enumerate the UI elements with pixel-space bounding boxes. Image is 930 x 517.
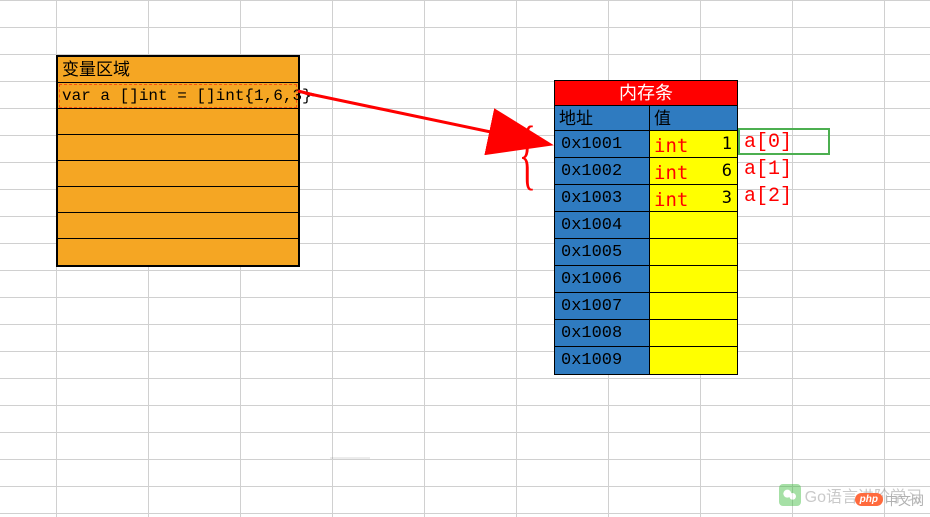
memory-address: 0x1002 [555,158,650,185]
memory-row: 0x1002 int 6 [555,158,737,185]
memory-value [650,212,737,239]
variable-region-empty [58,135,298,161]
memory-type-tag: int [654,162,688,184]
memory-address: 0x1008 [555,320,650,347]
wechat-icon [779,484,801,506]
memory-value [650,239,737,266]
memory-value [650,320,737,347]
memory-address: 0x1005 [555,239,650,266]
memory-row: 0x1001 int 1 [555,131,737,158]
memory-value [650,266,737,293]
variable-region-empty [58,161,298,187]
php-badge-icon: php [855,493,883,506]
memory-address: 0x1006 [555,266,650,293]
array-index-label: a[1] [744,158,792,181]
memory-row: 0x1006 [555,266,737,293]
memory-table: 内存条 地址 值 0x1001 int 1 0x1002 int 6 0x100… [554,80,738,375]
memory-table-title: 内存条 [555,81,737,106]
memory-value-number: 6 [722,161,732,181]
memory-value-number: 1 [722,134,732,154]
memory-address: 0x1001 [555,131,650,158]
array-index-label: a[0] [744,131,792,154]
memory-value: int 1 [650,131,737,158]
memory-value-number: 3 [722,188,732,208]
memory-value: int 3 [650,185,737,212]
memory-value [650,293,737,320]
array-index-label: a[2] [744,185,792,208]
memory-row: 0x1007 [555,293,737,320]
variable-region-empty [58,109,298,135]
memory-type-tag: int [654,189,688,211]
memory-row: 0x1005 [555,239,737,266]
memory-col-value: 值 [650,106,737,131]
variable-region-title: 变量区域 [58,57,298,83]
memory-col-address: 地址 [555,106,650,131]
memory-address: 0x1007 [555,293,650,320]
watermark-site-text: 中文网 [885,490,924,509]
variable-region-empty [58,187,298,213]
brace-icon: { [519,110,536,200]
memory-row: 0x1004 [555,212,737,239]
variable-region-empty [58,213,298,239]
memory-value: int 6 [650,158,737,185]
memory-value [650,347,737,374]
variable-region-empty [58,239,298,265]
memory-table-header: 地址 值 [555,106,737,131]
variable-region-code: var a []int = []int{1,6,3} [58,83,298,109]
memory-address: 0x1009 [555,347,650,374]
memory-row: 0x1003 int 3 [555,185,737,212]
memory-row: 0x1009 [555,347,737,374]
variable-region-block: 变量区域 var a []int = []int{1,6,3} [56,55,300,267]
watermark-site: php 中文网 [855,490,924,509]
memory-type-tag: int [654,135,688,157]
memory-address: 0x1004 [555,212,650,239]
memory-address: 0x1003 [555,185,650,212]
memory-row: 0x1008 [555,320,737,347]
